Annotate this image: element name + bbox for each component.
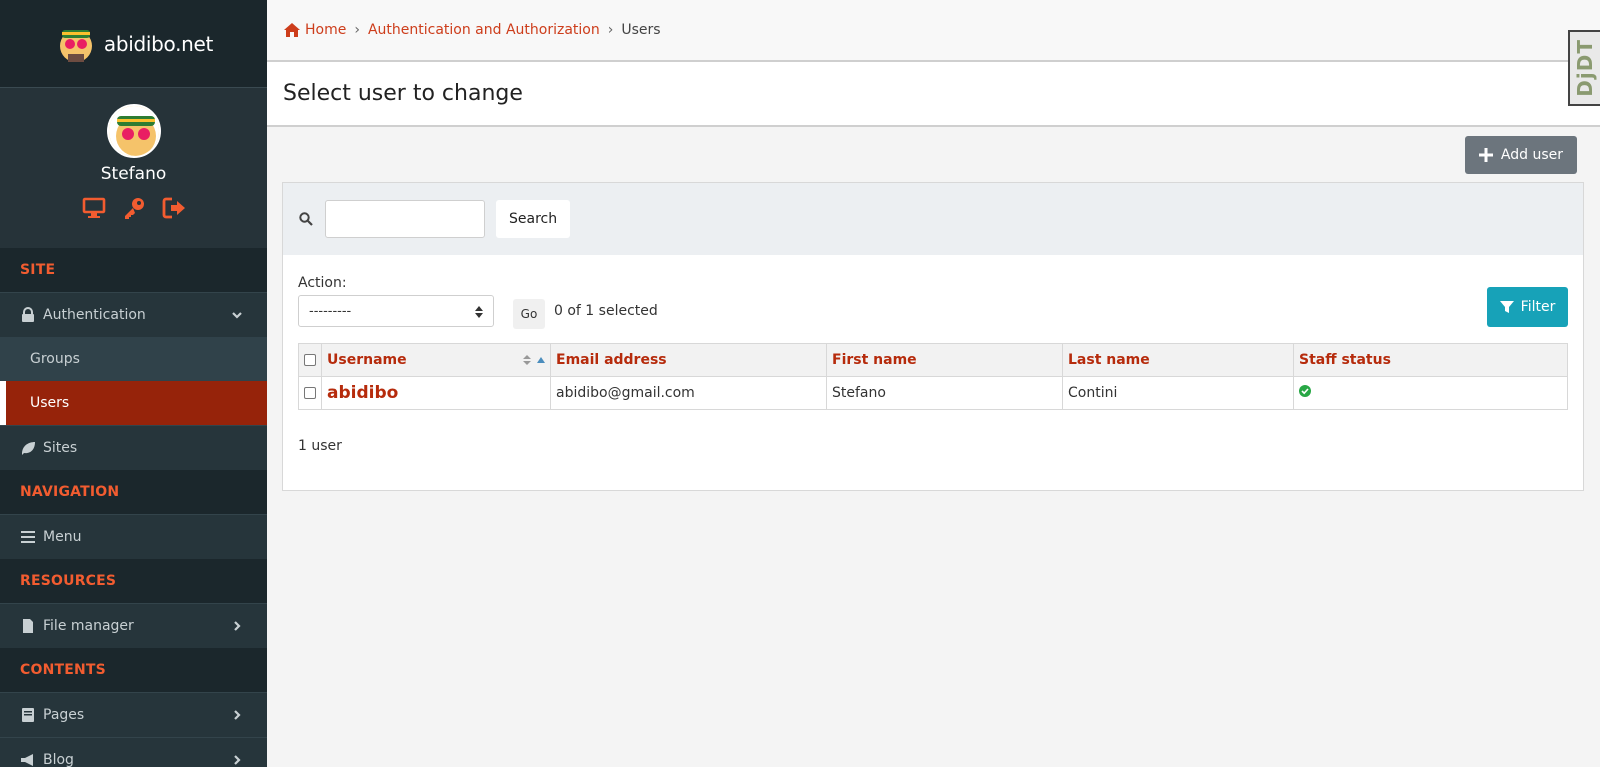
sidebar-section-navigation: NAVIGATION	[0, 470, 267, 514]
breadcrumb-app[interactable]: Authentication and Authorization	[368, 22, 600, 38]
sidebar-section-contents: CONTENTS	[0, 648, 267, 692]
sidebar-item-label: File manager	[43, 618, 134, 634]
sidebar-item-authentication[interactable]: Authentication	[0, 292, 267, 337]
username-link[interactable]: abidibo	[327, 383, 398, 403]
plus-icon	[1478, 148, 1493, 162]
title-bar: Select user to change	[267, 62, 1600, 127]
column-email[interactable]: Email address	[550, 343, 827, 377]
breadcrumb-home[interactable]: Home	[283, 22, 346, 38]
last-name-cell: Contini	[1062, 376, 1294, 410]
add-user-label: Add user	[1500, 147, 1563, 163]
page-title: Select user to change	[283, 81, 523, 106]
result-count: 1 user	[298, 438, 342, 454]
breadcrumb: Home › Authentication and Authorization …	[267, 0, 1600, 62]
action-label: Action:	[298, 275, 347, 291]
filter-icon	[1499, 301, 1514, 313]
table-header-row: Username Email address First name Last n…	[298, 343, 1568, 377]
sidebar-item-blog[interactable]: Blog	[0, 737, 267, 767]
results-table: Username Email address First name Last n…	[298, 343, 1568, 410]
selected-count: 0 of 1 selected	[554, 303, 658, 319]
check-circle-icon	[1299, 385, 1311, 397]
book-icon	[20, 707, 36, 723]
sort-toggle-icon[interactable]	[523, 354, 531, 366]
select-all-cell	[298, 343, 322, 377]
avatar-logo-icon	[59, 29, 92, 62]
sort-controls[interactable]	[523, 354, 545, 366]
bars-icon	[20, 529, 36, 545]
file-icon	[20, 618, 36, 634]
search-button[interactable]: Search	[496, 200, 571, 238]
breadcrumb-separator: ›	[607, 22, 614, 38]
search-bar: Search	[283, 183, 1583, 255]
sidebar: abidibo.net Stefano SITE Authentication …	[0, 0, 267, 767]
table-row: abidibo abidibo@gmail.com Stefano Contin…	[298, 376, 1568, 410]
search-input[interactable]	[325, 200, 485, 238]
sidebar-item-label: Blog	[43, 752, 74, 767]
sidebar-item-label: Users	[30, 395, 70, 411]
chevron-down-icon	[232, 312, 242, 319]
brand-name: abidibo.net	[103, 31, 214, 56]
chevron-right-icon	[234, 755, 241, 765]
sidebar-item-label: Pages	[43, 707, 85, 723]
sidebar-item-label: Menu	[43, 529, 82, 545]
staff-status-cell	[1293, 376, 1568, 410]
sort-updown-icon	[475, 306, 483, 318]
sidebar-item-label: Sites	[43, 440, 78, 456]
chevron-right-icon	[234, 710, 241, 720]
bullhorn-icon	[20, 752, 36, 767]
row-checkbox[interactable]	[304, 387, 316, 399]
actions-bar: Action: --------- Go 0 of 1 selected Fil…	[283, 255, 1583, 343]
breadcrumb-separator: ›	[354, 22, 360, 38]
debug-toolbar-handle[interactable]: DjDT	[1568, 30, 1600, 106]
column-last-name[interactable]: Last name	[1062, 343, 1294, 377]
breadcrumb-current: Users	[621, 22, 661, 38]
sidebar-item-label: Authentication	[43, 307, 146, 323]
sidebar-item-label: Groups	[30, 351, 80, 367]
column-username[interactable]: Username	[321, 343, 551, 377]
column-first-name[interactable]: First name	[826, 343, 1063, 377]
search-icon	[299, 212, 313, 226]
sidebar-item-menu[interactable]: Menu	[0, 514, 267, 559]
chevron-right-icon	[234, 621, 241, 631]
action-select[interactable]: ---------	[298, 295, 494, 327]
avatar	[106, 104, 161, 158]
add-user-button[interactable]: Add user	[1464, 136, 1577, 174]
user-actions	[82, 196, 186, 220]
changelist-panel: Search Action: --------- Go 0 of 1 selec…	[282, 182, 1584, 491]
monitor-icon[interactable]	[82, 196, 106, 220]
column-header-label: Username	[327, 352, 407, 368]
select-all-checkbox[interactable]	[304, 354, 316, 366]
sort-ascending-icon[interactable]	[537, 357, 545, 363]
column-staff-status[interactable]: Staff status	[1293, 343, 1568, 377]
sidebar-item-pages[interactable]: Pages	[0, 692, 267, 737]
sidebar-section-site: SITE	[0, 248, 267, 292]
breadcrumb-home-label: Home	[305, 22, 347, 38]
sidebar-item-groups[interactable]: Groups	[0, 337, 267, 381]
key-icon[interactable]	[122, 196, 146, 220]
leaf-icon	[20, 440, 36, 456]
go-button[interactable]: Go	[513, 299, 545, 329]
sidebar-item-users[interactable]: Users	[0, 381, 267, 425]
brand[interactable]: abidibo.net	[0, 0, 267, 88]
filter-button[interactable]: Filter	[1487, 287, 1568, 327]
sidebar-item-sites[interactable]: Sites	[0, 425, 267, 470]
username-cell: abidibo	[321, 376, 551, 410]
action-select-value: ---------	[309, 303, 352, 319]
sidebar-item-file-manager[interactable]: File manager	[0, 603, 267, 648]
home-icon	[284, 23, 300, 37]
user-panel: Stefano	[0, 88, 267, 248]
first-name-cell: Stefano	[826, 376, 1063, 410]
lock-icon	[20, 307, 36, 323]
debug-toolbar-label: DjDT	[1573, 39, 1597, 97]
sidebar-section-resources: RESOURCES	[0, 559, 267, 603]
main-content: Home › Authentication and Authorization …	[267, 0, 1600, 767]
user-name: Stefano	[100, 164, 167, 184]
sign-out-icon[interactable]	[162, 196, 186, 220]
email-cell: abidibo@gmail.com	[550, 376, 827, 410]
filter-label: Filter	[1520, 299, 1556, 315]
row-select-cell	[298, 376, 322, 410]
